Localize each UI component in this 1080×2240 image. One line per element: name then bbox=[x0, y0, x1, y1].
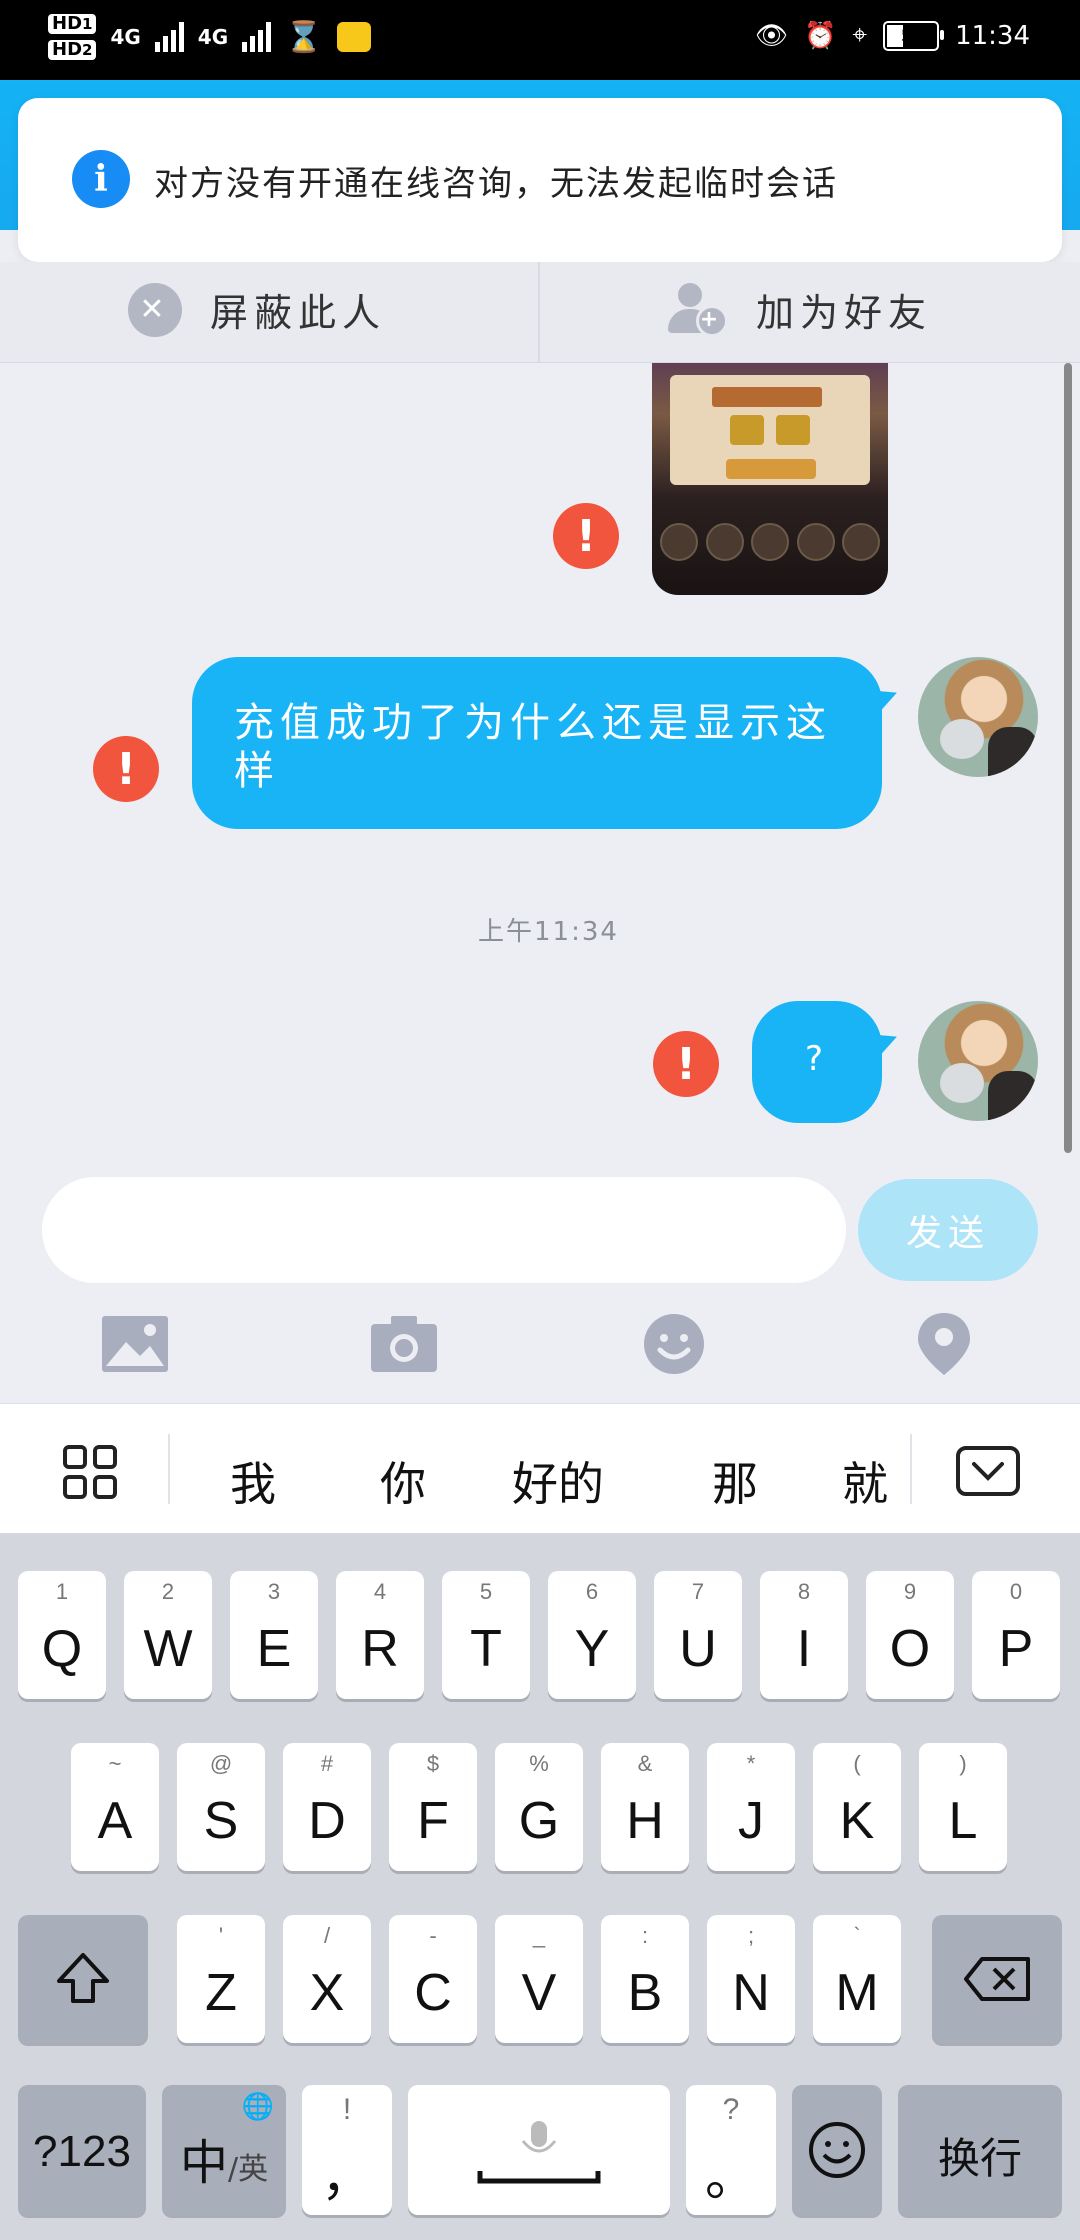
candidate-word[interactable]: 好的 bbox=[512, 1448, 604, 1514]
space-key[interactable] bbox=[408, 2085, 670, 2215]
comma-key[interactable]: !， bbox=[302, 2085, 392, 2215]
send-button[interactable]: 发送 bbox=[858, 1179, 1038, 1281]
send-failed-icon[interactable]: ! bbox=[93, 736, 159, 802]
hd-indicator: HD1 HD2 bbox=[48, 14, 97, 60]
period-key[interactable]: ?。 bbox=[686, 2085, 776, 2215]
keyboard: 1Q 2W 3E 4R 5T 6Y 7U 8I 9O 0P ~ A @ S # D $… bbox=[0, 1533, 1080, 2240]
divider bbox=[910, 1434, 912, 1504]
sent-image-message[interactable] bbox=[652, 363, 888, 595]
message-bubble[interactable]: ? bbox=[752, 1001, 882, 1123]
key-i[interactable]: 8I bbox=[760, 1571, 848, 1699]
emoji-key[interactable] bbox=[792, 2085, 882, 2215]
collapse-keyboard-icon[interactable] bbox=[956, 1446, 1020, 1500]
candidate-bar: 我 你 好的 那 就 bbox=[0, 1403, 1080, 1534]
divider bbox=[538, 262, 540, 362]
key-k[interactable]: (K bbox=[813, 1743, 901, 1871]
smiley-icon bbox=[809, 2122, 865, 2178]
key-v[interactable]: _ V bbox=[495, 1915, 583, 2043]
key-s[interactable]: @ S bbox=[177, 1743, 265, 1871]
eye-icon: 👁 bbox=[755, 20, 789, 51]
hd-2: HD2 bbox=[48, 40, 97, 60]
send-failed-icon[interactable]: ! bbox=[553, 503, 619, 569]
key-h[interactable]: & H bbox=[601, 1743, 689, 1871]
add-person-icon: + bbox=[668, 282, 728, 337]
app-notification-icon bbox=[336, 22, 371, 52]
hourglass-icon: ⌛ bbox=[285, 19, 323, 55]
block-user-button[interactable]: ✕ 屏蔽此人 bbox=[128, 282, 386, 337]
composer: 发送 bbox=[0, 1153, 1080, 1403]
action-bar: ✕ 屏蔽此人 + 加为好友 bbox=[0, 262, 1080, 363]
key-t[interactable]: 5T bbox=[442, 1571, 530, 1699]
signal-icon bbox=[154, 22, 184, 52]
key-a[interactable]: ~ A bbox=[71, 1743, 159, 1871]
message-text: ? bbox=[804, 1039, 830, 1079]
globe-icon: 🌐 bbox=[241, 2091, 274, 2121]
key-y[interactable]: 6Y bbox=[548, 1571, 636, 1699]
emoji-icon[interactable] bbox=[634, 1309, 714, 1379]
key-l[interactable]: ) L bbox=[919, 1743, 1007, 1871]
message-timestamp: 上午11:34 bbox=[478, 917, 619, 947]
key-z[interactable]: ' Z bbox=[177, 1915, 265, 2043]
toast-notification: i 对方没有开通在线咨询，无法发起临时会话 bbox=[18, 98, 1062, 262]
info-icon: i bbox=[72, 150, 130, 208]
network-type-2: 4G bbox=[197, 25, 229, 49]
message-text: 充值成功了为什么还是显示这样 bbox=[234, 700, 832, 794]
location-pin-icon[interactable] bbox=[904, 1309, 984, 1379]
shift-icon bbox=[57, 1953, 109, 2003]
clock-time: 11:34 bbox=[955, 20, 1030, 51]
add-friend-label: 加为好友 bbox=[756, 291, 933, 335]
block-icon: ✕ bbox=[128, 282, 182, 337]
key-b[interactable]: :B bbox=[601, 1915, 689, 2043]
key-g[interactable]: % G bbox=[495, 1743, 583, 1871]
scrollbar[interactable] bbox=[1064, 363, 1072, 1153]
backspace-icon bbox=[964, 1957, 1030, 2001]
key-j[interactable]: * J bbox=[707, 1743, 795, 1871]
hd-1: HD1 bbox=[48, 14, 97, 34]
candidate-word[interactable]: 我 bbox=[230, 1448, 276, 1514]
signal-icon-2 bbox=[242, 22, 272, 52]
battery-icon: 51 bbox=[883, 20, 945, 51]
key-o[interactable]: 9O bbox=[866, 1571, 954, 1699]
key-m[interactable]: ` M bbox=[813, 1915, 901, 2043]
backspace-key[interactable] bbox=[932, 1915, 1062, 2043]
status-bar: HD1 HD2 4G 4G ⌛ 👁 ⏰ ⌖ 51 11:34 bbox=[0, 0, 1080, 80]
avatar[interactable] bbox=[918, 1001, 1038, 1121]
message-input[interactable] bbox=[42, 1177, 846, 1283]
key-p[interactable]: 0P bbox=[972, 1571, 1060, 1699]
key-c[interactable]: -C bbox=[389, 1915, 477, 2043]
key-n[interactable]: ; N bbox=[707, 1915, 795, 2043]
key-q[interactable]: 1Q bbox=[18, 1571, 106, 1699]
network-type-1: 4G bbox=[110, 25, 141, 49]
add-friend-button[interactable]: + 加为好友 bbox=[668, 282, 932, 337]
candidate-word[interactable]: 那 bbox=[712, 1448, 758, 1514]
divider bbox=[168, 1434, 170, 1504]
candidate-word[interactable]: 就 bbox=[842, 1448, 888, 1514]
chat-area[interactable]: ! 充值成功了为什么还是显示这样 ! 上午11:34 ? ! bbox=[0, 363, 1080, 1153]
key-f[interactable]: $ F bbox=[389, 1743, 477, 1871]
location-icon: ⌖ bbox=[852, 20, 868, 50]
candidate-word[interactable]: 你 bbox=[380, 1448, 426, 1514]
key-w[interactable]: 2W bbox=[124, 1571, 212, 1699]
message-bubble[interactable]: 充值成功了为什么还是显示这样 bbox=[192, 657, 882, 829]
avatar[interactable] bbox=[918, 657, 1038, 777]
key-e[interactable]: 3E bbox=[230, 1571, 318, 1699]
toast-message: 对方没有开通在线咨询，无法发起临时会话 bbox=[154, 164, 838, 204]
key-d[interactable]: # D bbox=[283, 1743, 371, 1871]
enter-key[interactable]: 换行 bbox=[898, 2085, 1062, 2215]
language-switch-key[interactable]: 🌐 中/英 bbox=[162, 2085, 286, 2215]
key-x[interactable]: / X bbox=[283, 1915, 371, 2043]
alarm-icon: ⏰ bbox=[804, 20, 837, 51]
camera-icon[interactable] bbox=[364, 1309, 444, 1379]
block-user-label: 屏蔽此人 bbox=[210, 291, 387, 335]
apps-grid-icon[interactable] bbox=[62, 1444, 118, 1504]
microphone-icon bbox=[477, 2121, 601, 2184]
shift-key[interactable] bbox=[18, 1915, 148, 2043]
send-failed-icon[interactable]: ! bbox=[653, 1031, 719, 1097]
numbers-key[interactable]: ?123 bbox=[18, 2085, 146, 2215]
key-r[interactable]: 4R bbox=[336, 1571, 424, 1699]
key-u[interactable]: 7U bbox=[654, 1571, 742, 1699]
image-icon[interactable] bbox=[95, 1309, 175, 1379]
